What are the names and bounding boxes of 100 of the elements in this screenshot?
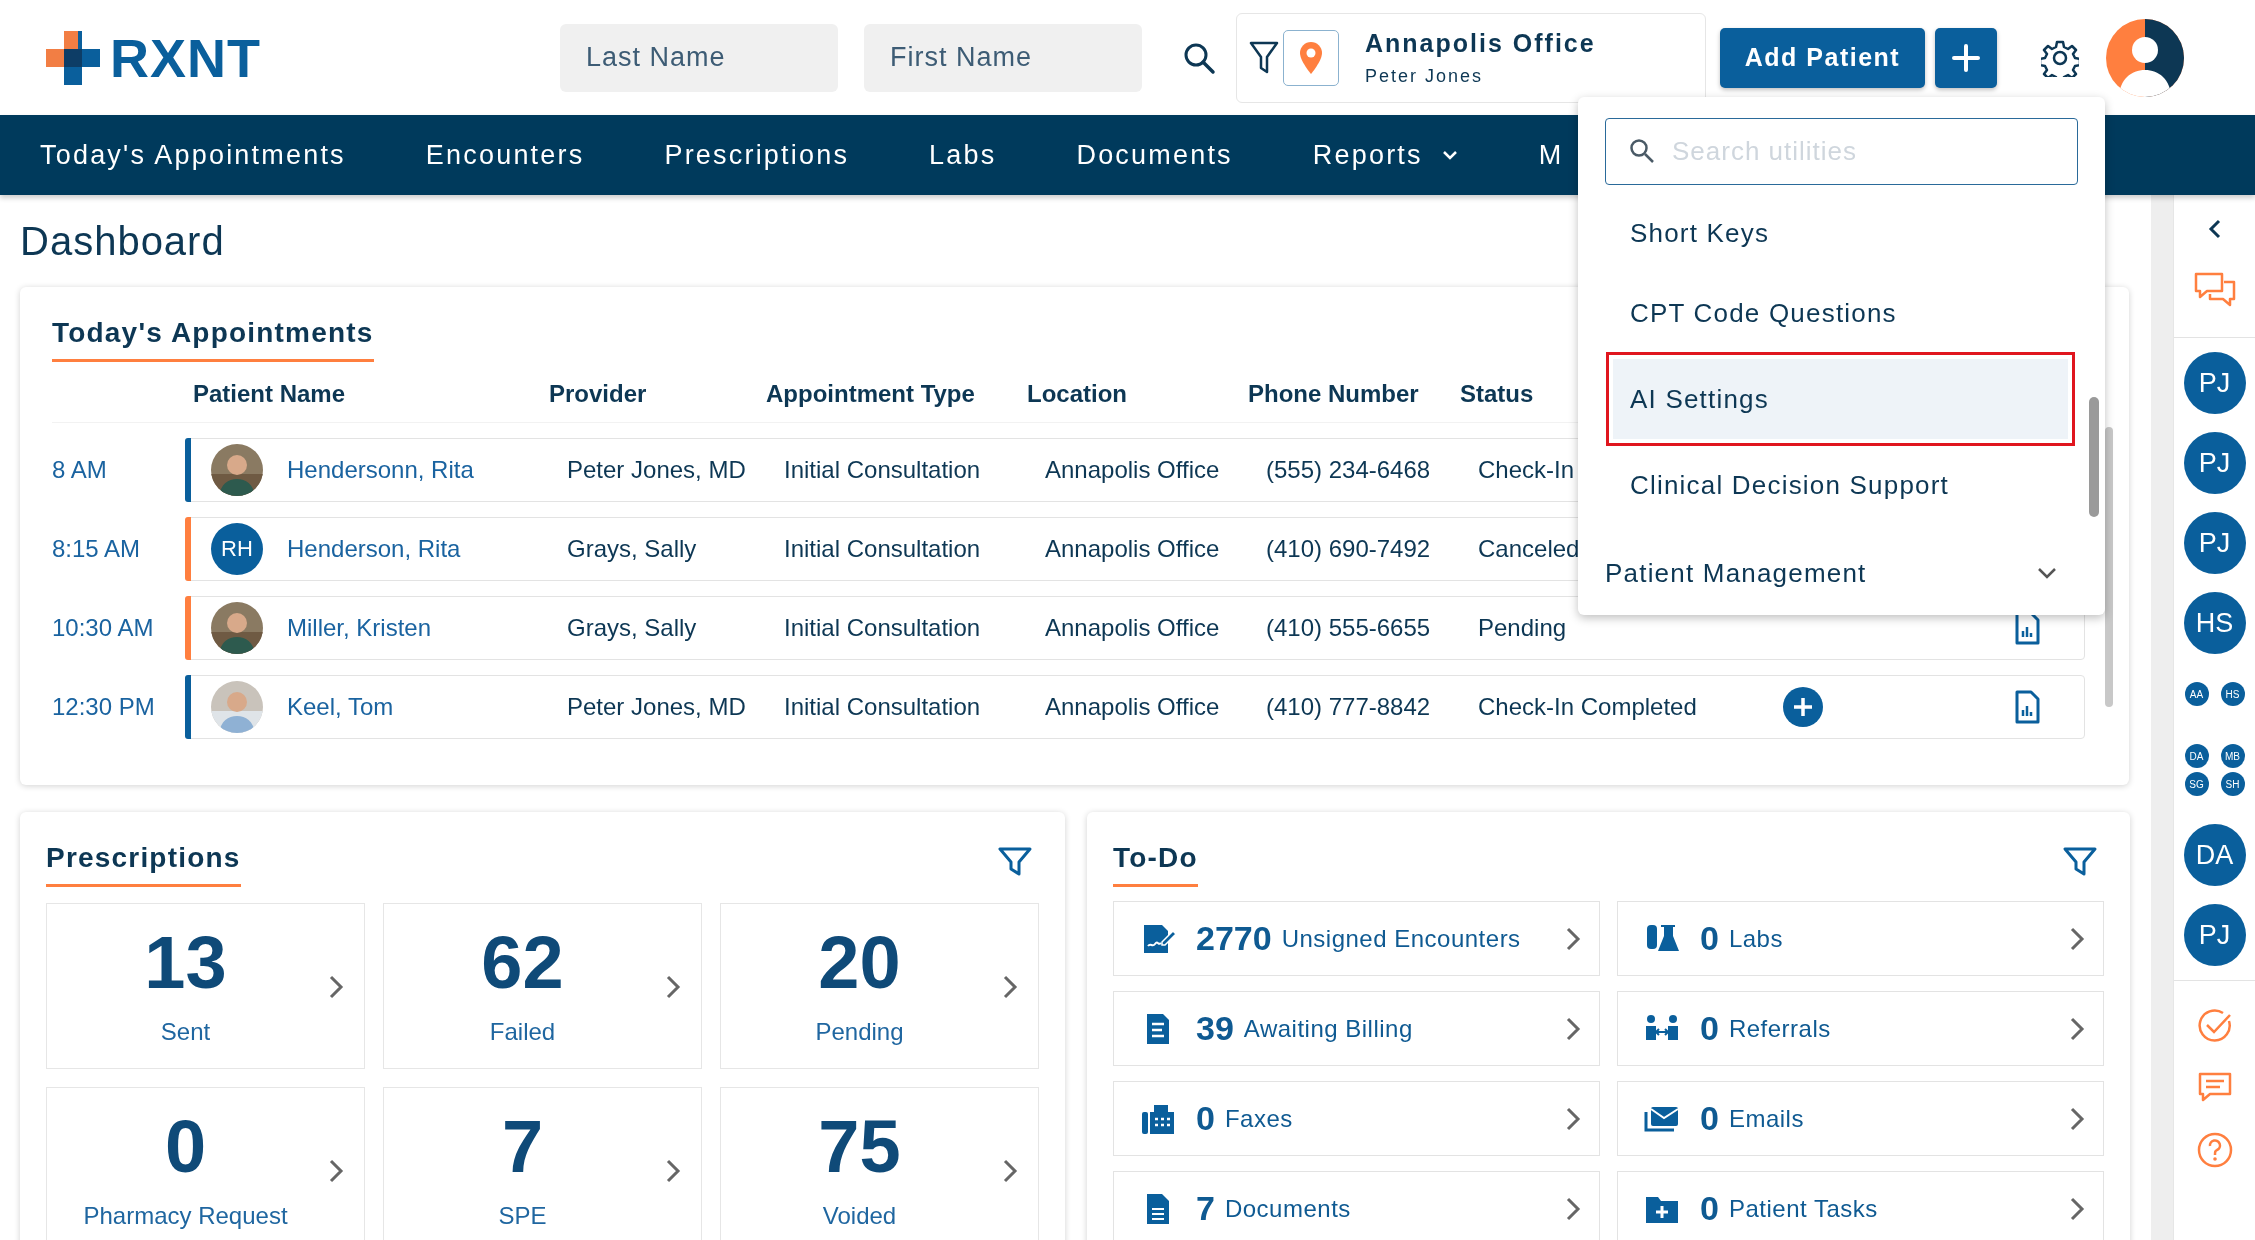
first-name-field[interactable]: First Name xyxy=(864,23,1142,92)
chevron-right-icon xyxy=(665,1158,681,1184)
todo-label: Referrals xyxy=(1728,1014,1832,1043)
filter-icon xyxy=(1249,39,1279,76)
table-cell: Pending xyxy=(1478,614,1567,642)
prescription-tile[interactable]: 13 Sent xyxy=(46,903,365,1069)
todo-item[interactable]: 2770 Unsigned Encounters xyxy=(1113,901,1600,976)
appointment-time: 12:30 PM xyxy=(52,693,156,721)
todo-item[interactable]: 0 Faxes xyxy=(1113,1081,1600,1156)
todo-count: 39 xyxy=(1196,1009,1234,1048)
filter-icon[interactable] xyxy=(2062,846,2098,878)
table-cell: Initial Consultation xyxy=(784,456,981,484)
nav-item[interactable]: Labs xyxy=(929,139,997,171)
todo-count: 0 xyxy=(1196,1099,1215,1138)
card-title: Today's Appointments xyxy=(52,317,374,362)
check-circle-icon[interactable] xyxy=(2195,1007,2234,1045)
office-user: Peter Jones xyxy=(1365,65,1485,87)
column-header: Patient Name xyxy=(193,380,346,408)
user-avatar[interactable]: SH xyxy=(2220,772,2245,796)
table-cell: Initial Consultation xyxy=(784,614,981,642)
chevron-right-icon xyxy=(328,974,344,1000)
chevron-right-icon xyxy=(2069,1105,2085,1132)
table-cell: Initial Consultation xyxy=(784,535,981,563)
todo-item[interactable]: 0 Patient Tasks xyxy=(1617,1171,2104,1240)
user-avatar[interactable]: AA xyxy=(2184,682,2209,706)
table-cell: Canceled xyxy=(1478,535,1580,563)
todo-item[interactable]: 39 Awaiting Billing xyxy=(1113,991,1600,1066)
chevron-right-icon xyxy=(1002,1158,1018,1184)
user-avatar[interactable]: SG xyxy=(2184,772,2209,796)
user-avatar[interactable]: HS xyxy=(2220,682,2245,706)
user-avatar[interactable]: PJ xyxy=(2183,432,2246,494)
scrollbar[interactable] xyxy=(2089,397,2099,517)
appointment-row[interactable]: Keel, Tom Peter Jones, MD Initial Consultation Annapolis Office (410) 777-8842 Check-In Completed xyxy=(185,675,2086,739)
chevron-down-icon xyxy=(2036,566,2058,580)
nav-item[interactable]: M xyxy=(1538,139,1564,171)
chevron-right-icon xyxy=(665,974,681,1000)
report-icon[interactable] xyxy=(2014,690,2040,724)
patient-name-link[interactable]: Hendersonn, Rita xyxy=(287,456,474,484)
table-cell: Annapolis Office xyxy=(1045,535,1220,563)
nav-item[interactable]: Prescriptions xyxy=(664,139,850,171)
column-header: Status xyxy=(1460,380,1534,408)
chevron-right-icon xyxy=(1565,1015,1581,1042)
scrollbar[interactable] xyxy=(2105,427,2114,707)
user-avatar[interactable]: DA xyxy=(2184,744,2209,768)
user-avatar[interactable]: MB xyxy=(2220,744,2245,768)
menu-item[interactable]: Short Keys xyxy=(1605,193,2076,273)
prescription-tile[interactable]: 62 Failed xyxy=(383,903,702,1069)
appointment-time: 8:15 AM xyxy=(52,535,142,563)
todo-item[interactable]: 0 Labs xyxy=(1617,901,2104,976)
prescription-count: 62 xyxy=(481,926,564,1000)
table-cell: Annapolis Office xyxy=(1045,693,1220,721)
todo-item[interactable]: 0 Emails xyxy=(1617,1081,2104,1156)
chevron-right-icon xyxy=(1565,925,1581,952)
prescription-tile[interactable]: 75 Voided xyxy=(720,1087,1039,1240)
todo-count: 0 xyxy=(1700,1009,1719,1048)
add-patient-button[interactable]: Add Patient xyxy=(1720,27,1925,88)
logo-text: RXNT xyxy=(110,26,261,89)
nav-item[interactable]: Today's Appointments xyxy=(40,139,346,171)
prescription-label: Failed xyxy=(489,1018,556,1046)
add-circle-icon[interactable] xyxy=(1783,687,1823,727)
patient-name-link[interactable]: Miller, Kristen xyxy=(287,614,432,642)
patient-name-link[interactable]: Henderson, Rita xyxy=(287,535,461,563)
nav-item[interactable]: Encounters xyxy=(425,139,585,171)
nav-item[interactable]: Reports xyxy=(1312,139,1459,171)
collapse-icon[interactable] xyxy=(2206,217,2223,241)
table-cell: (410) 690-7492 xyxy=(1266,535,1431,563)
prescription-label: SPE xyxy=(498,1202,547,1230)
table-cell: Grays, Sally xyxy=(567,614,697,642)
column-header: Provider xyxy=(549,380,647,408)
prescription-label: Sent xyxy=(160,1018,211,1046)
patient-name-link[interactable]: Keel, Tom xyxy=(287,693,394,721)
menu-item[interactable]: AI Settings xyxy=(1613,359,2068,439)
prescription-count: 75 xyxy=(818,1110,901,1184)
todo-item[interactable]: 7 Documents xyxy=(1113,1171,1600,1240)
settings-icon[interactable] xyxy=(2041,38,2079,77)
prescription-count: 0 xyxy=(164,1110,207,1184)
nav-item[interactable]: Documents xyxy=(1076,139,1233,171)
column-header: Appointment Type xyxy=(766,380,975,408)
appointment-time: 10:30 AM xyxy=(52,614,155,642)
user-avatar[interactable]: PJ xyxy=(2183,904,2246,966)
user-avatar[interactable]: DA xyxy=(2183,824,2246,886)
todo-label: Unsigned Encounters xyxy=(1281,924,1522,953)
table-cell: Check-In xyxy=(1478,456,1575,484)
location-pin-icon xyxy=(1283,29,1339,86)
menu-item[interactable]: CPT Code Questions xyxy=(1605,273,2076,353)
user-avatar[interactable]: PJ xyxy=(2183,512,2246,574)
todo-item[interactable]: 0 Referrals xyxy=(1617,991,2104,1066)
filter-icon[interactable] xyxy=(997,846,1033,878)
prescription-tile[interactable]: 7 SPE xyxy=(383,1087,702,1240)
table-cell: (410) 777-8842 xyxy=(1266,693,1431,721)
add-button[interactable] xyxy=(1935,27,1997,88)
table-cell: Annapolis Office xyxy=(1045,614,1220,642)
table-cell: (410) 555-6655 xyxy=(1266,614,1431,642)
user-avatar[interactable]: PJ xyxy=(2183,352,2246,414)
prescription-tile[interactable]: 20 Pending xyxy=(720,903,1039,1069)
last-name-field[interactable]: Last Name xyxy=(560,23,838,92)
todo-count: 2770 xyxy=(1196,919,1272,958)
user-avatar[interactable]: HS xyxy=(2183,592,2246,654)
prescription-tile[interactable]: 0 Pharmacy Request xyxy=(46,1087,365,1240)
table-cell: Peter Jones, MD xyxy=(567,693,746,721)
